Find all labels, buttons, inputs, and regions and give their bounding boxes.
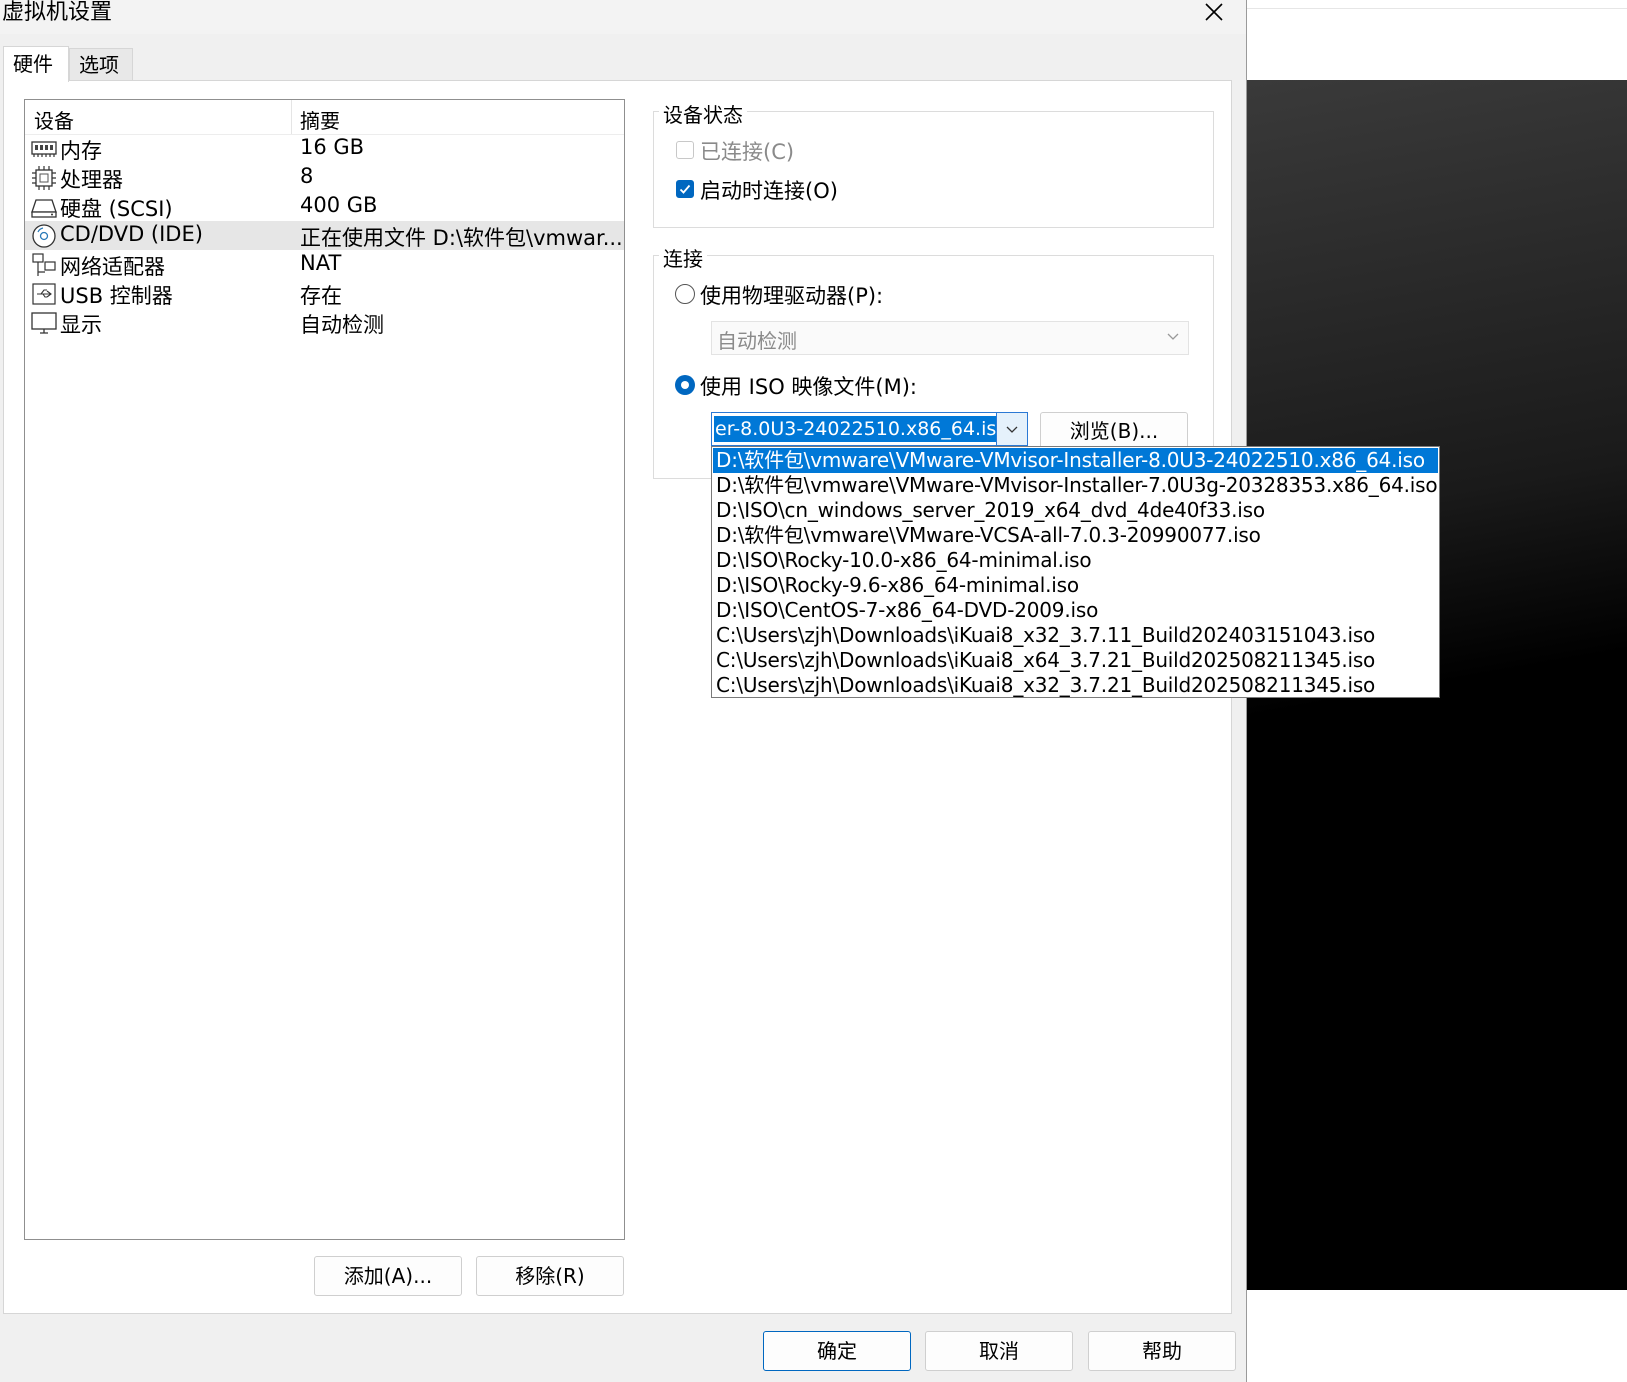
device-status-group: [653, 111, 1214, 228]
iso-history-item[interactable]: C:\Users\zjh\Downloads\iKuai8_x64_3.7.21…: [713, 648, 1438, 673]
device-row-cdrom[interactable]: CD/DVD (IDE) 正在使用文件 D:\软件包\vmwar...: [25, 221, 624, 250]
processor-icon: [32, 166, 56, 190]
column-divider[interactable]: [291, 100, 292, 134]
physical-drive-label: 使用物理驱动器(P):: [700, 284, 884, 308]
iso-history-item[interactable]: C:\Users\zjh\Downloads\iKuai8_x32_3.7.11…: [713, 623, 1438, 648]
device-name: 网络适配器: [60, 255, 165, 279]
iso-history-item[interactable]: D:\软件包\vmware\VMware-VCSA-all-7.0.3-2099…: [713, 523, 1438, 548]
physical-drive-value: 自动检测: [717, 329, 797, 353]
device-status-title: 设备状态: [659, 99, 747, 128]
connect-on-power-checkbox[interactable]: [676, 180, 694, 198]
device-name: USB 控制器: [60, 284, 173, 308]
iso-history-dropdown[interactable]: D:\软件包\vmware\VMware-VMvisor-Installer-8…: [711, 446, 1440, 698]
chevron-down-icon: [1167, 333, 1179, 340]
iso-history-item[interactable]: D:\ISO\CentOS-7-x86_64-DVD-2009.iso: [713, 598, 1438, 623]
iso-image-label: 使用 ISO 映像文件(M):: [700, 375, 917, 399]
device-name: 显示: [60, 313, 102, 337]
harddisk-icon: [31, 199, 57, 218]
ok-button[interactable]: 确定: [763, 1331, 911, 1371]
device-row-usb[interactable]: USB 控制器 存在: [25, 279, 624, 308]
background-window-toolbar: [1246, 0, 1627, 9]
dialog-title: 虚拟机设置: [2, 0, 113, 25]
checkmark-icon: [679, 184, 691, 194]
browse-button[interactable]: 浏览(B)...: [1040, 412, 1188, 450]
device-list[interactable]: 设备 摘要 内存 16 GB 处理器 8 硬盘 (SCSI) 400 GB CD…: [24, 99, 625, 1240]
device-row-network[interactable]: 网络适配器 NAT: [25, 250, 624, 279]
device-row-harddisk[interactable]: 硬盘 (SCSI) 400 GB: [25, 192, 624, 221]
physical-drive-radio[interactable]: [675, 284, 695, 304]
device-summary: 正在使用文件 D:\软件包\vmwar...: [300, 226, 623, 250]
close-button[interactable]: [1192, 0, 1236, 28]
device-summary: 400 GB: [300, 193, 378, 217]
connected-checkbox[interactable]: [676, 141, 694, 159]
device-summary: 自动检测: [300, 313, 384, 337]
device-name: 硬盘 (SCSI): [60, 197, 173, 221]
iso-history-item[interactable]: D:\软件包\vmware\VMware-VMvisor-Installer-7…: [713, 473, 1438, 498]
iso-history-item[interactable]: D:\ISO\cn_windows_server_2019_x64_dvd_4d…: [713, 498, 1438, 523]
add-device-button[interactable]: 添加(A)...: [314, 1256, 462, 1296]
physical-drive-select[interactable]: 自动检测: [711, 321, 1189, 355]
cancel-button[interactable]: 取消: [925, 1331, 1073, 1371]
cdrom-icon: [32, 224, 56, 248]
radio-dot: [681, 381, 689, 389]
connected-label: 已连接(C): [700, 140, 795, 164]
iso-history-item[interactable]: D:\软件包\vmware\VMware-VMvisor-Installer-8…: [713, 448, 1438, 473]
iso-image-radio[interactable]: [675, 375, 695, 395]
iso-path-input[interactable]: er-8.0U3-24022510.x86_64.iso: [714, 416, 996, 442]
device-row-processor[interactable]: 处理器 8: [25, 163, 624, 192]
display-icon: [31, 312, 57, 334]
iso-history-item[interactable]: D:\ISO\Rocky-9.6-x86_64-minimal.iso: [713, 573, 1438, 598]
remove-device-button[interactable]: 移除(R): [476, 1256, 624, 1296]
iso-dropdown-button[interactable]: [996, 413, 1027, 445]
tab-options[interactable]: 选项: [69, 48, 133, 80]
device-summary: 存在: [300, 284, 342, 308]
device-row-memory[interactable]: 内存 16 GB: [25, 134, 624, 163]
column-header-summary[interactable]: 摘要: [300, 105, 340, 134]
device-summary: NAT: [300, 251, 342, 275]
device-name: CD/DVD (IDE): [60, 222, 203, 246]
memory-icon: [31, 141, 57, 157]
usb-icon: [32, 283, 56, 305]
device-list-header: 设备 摘要: [25, 100, 624, 135]
device-summary: 16 GB: [300, 135, 365, 159]
network-icon: [32, 253, 56, 276]
tab-hardware[interactable]: 硬件: [3, 46, 69, 82]
connection-title: 连接: [659, 243, 707, 272]
iso-path-combobox[interactable]: er-8.0U3-24022510.x86_64.iso: [711, 412, 1028, 446]
close-icon: [1205, 3, 1223, 21]
iso-history-item[interactable]: C:\Users\zjh\Downloads\iKuai8_x32_3.7.21…: [713, 673, 1438, 698]
device-row-display[interactable]: 显示 自动检测: [25, 308, 624, 337]
title-bar: 虚拟机设置: [0, 0, 1246, 34]
connect-on-power-label: 启动时连接(O): [700, 179, 838, 203]
device-name: 内存: [60, 139, 102, 163]
device-summary: 8: [300, 164, 314, 188]
device-name: 处理器: [60, 168, 123, 192]
chevron-down-icon: [1006, 426, 1018, 433]
iso-history-item[interactable]: D:\ISO\Rocky-10.0-x86_64-minimal.iso: [713, 548, 1438, 573]
column-header-device[interactable]: 设备: [34, 105, 74, 134]
help-button[interactable]: 帮助: [1088, 1331, 1236, 1371]
